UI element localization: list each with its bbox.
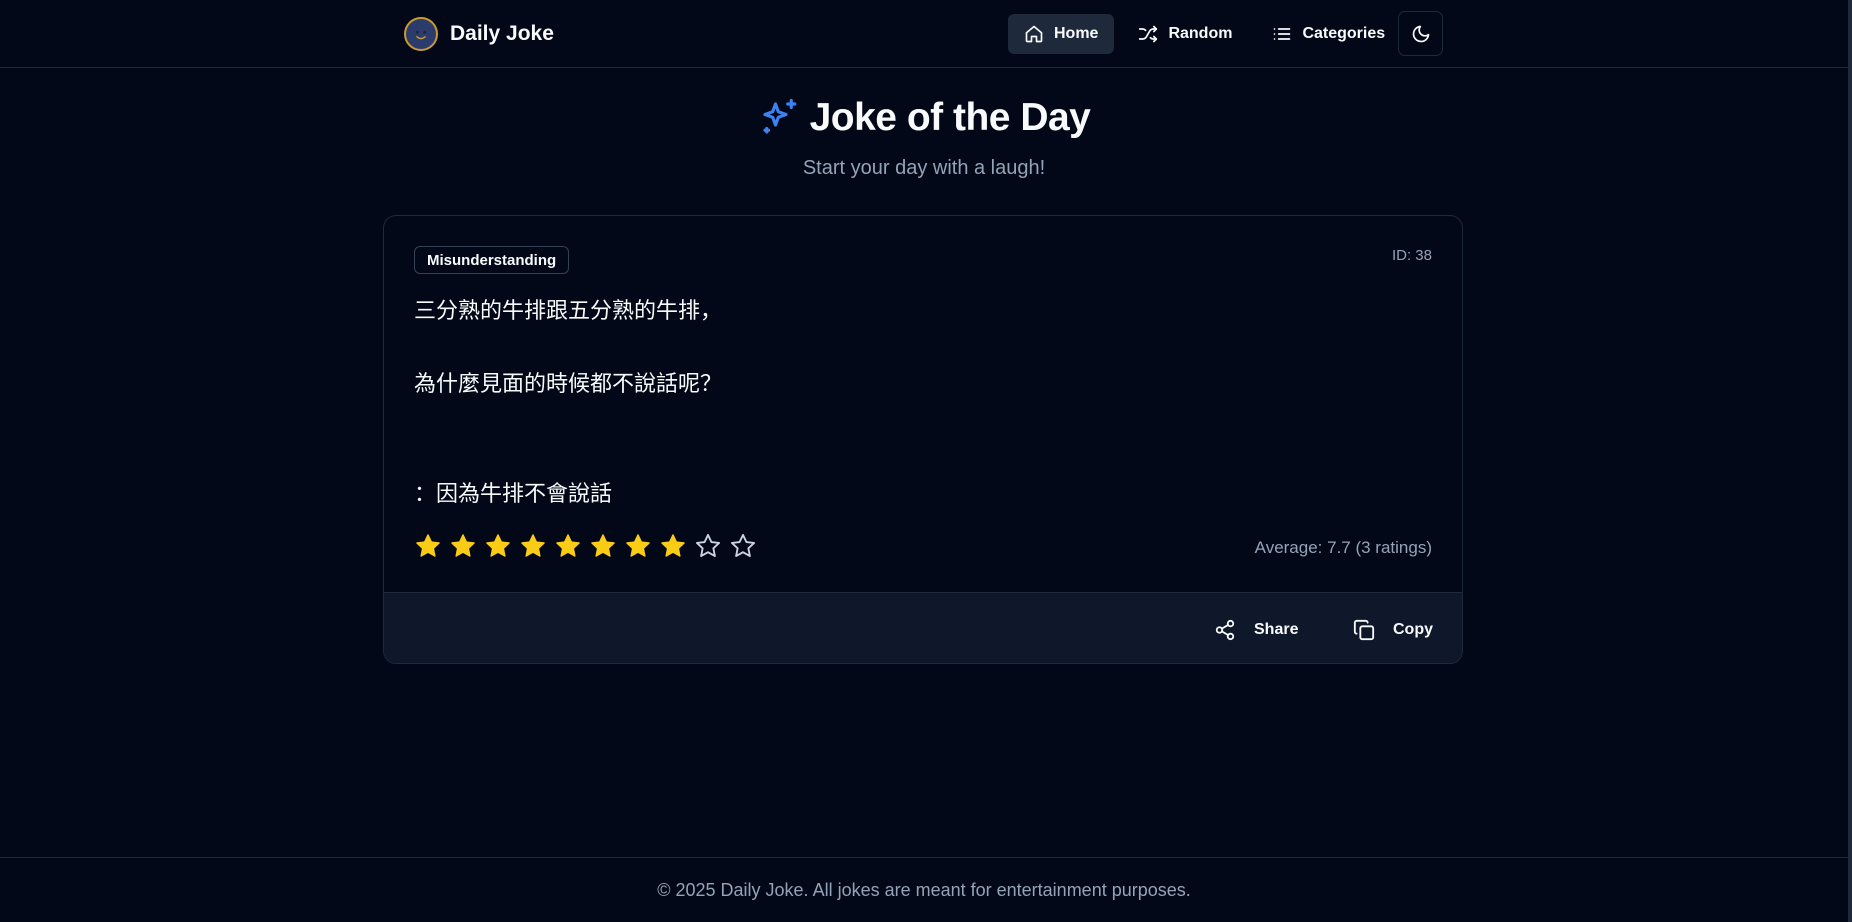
share-icon bbox=[1215, 619, 1235, 641]
joke-line: ：因為牛排不會說話 bbox=[414, 482, 613, 507]
star-empty-icon[interactable] bbox=[694, 532, 722, 560]
footer-text: © 2025 Daily Joke. All jokes are meant f… bbox=[657, 880, 1191, 900]
copy-icon bbox=[1353, 619, 1375, 641]
site-header: Daily Joke Home Random Categories bbox=[0, 0, 1848, 68]
shuffle-icon bbox=[1139, 25, 1158, 43]
hero-heading: Joke of the Day bbox=[0, 96, 1848, 140]
smiley-logo-icon bbox=[404, 17, 438, 51]
brand-link[interactable]: Daily Joke bbox=[404, 16, 554, 52]
star-filled-icon[interactable] bbox=[519, 532, 547, 560]
joke-line: 三分熟的牛排跟五分熟的牛排， bbox=[414, 299, 723, 324]
nav-home[interactable]: Home bbox=[1008, 14, 1115, 54]
star-filled-icon[interactable] bbox=[624, 532, 652, 560]
nav-categories-label: Categories bbox=[1302, 25, 1386, 42]
nav-random[interactable]: Random bbox=[1122, 14, 1248, 54]
list-icon bbox=[1274, 28, 1291, 40]
star-filled-icon[interactable] bbox=[414, 532, 442, 560]
star-filled-icon[interactable] bbox=[589, 532, 617, 560]
joke-id: ID: 38 bbox=[1391, 247, 1432, 264]
joke-card: Misunderstanding ID: 38 三分熟的牛排跟五分熟的牛排， 為… bbox=[383, 215, 1463, 664]
brand-name: Daily Joke bbox=[450, 22, 554, 45]
copy-button[interactable]: Copy bbox=[1339, 610, 1447, 650]
star-filled-icon[interactable] bbox=[554, 532, 582, 560]
average-rating: Average: 7.7 (3 ratings) bbox=[1254, 538, 1432, 557]
home-icon bbox=[1025, 25, 1043, 43]
star-rating bbox=[414, 532, 757, 560]
nav-random-label: Random bbox=[1168, 25, 1233, 42]
category-badge[interactable]: Misunderstanding bbox=[414, 246, 570, 274]
page: Daily Joke Home Random Categories Joke o… bbox=[0, 0, 1852, 922]
site-footer: © 2025 Daily Joke. All jokes are meant f… bbox=[0, 857, 1848, 922]
card-actions: Share Copy bbox=[384, 592, 1462, 663]
theme-toggle-button[interactable] bbox=[1398, 11, 1443, 56]
joke-line: 為什麼見面的時候都不說話呢？ bbox=[414, 372, 723, 397]
sparkles-icon bbox=[763, 98, 796, 134]
nav-categories[interactable]: Categories bbox=[1256, 14, 1401, 54]
star-filled-icon[interactable] bbox=[484, 532, 512, 560]
scrollbar[interactable] bbox=[1848, 0, 1852, 922]
star-filled-icon[interactable] bbox=[659, 532, 687, 560]
page-subtitle: Start your day with a laugh! bbox=[802, 157, 1046, 179]
main-nav: Home Random Categories bbox=[1008, 12, 1401, 56]
share-label: Share bbox=[1254, 621, 1299, 638]
moon-icon bbox=[1412, 25, 1429, 42]
star-filled-icon[interactable] bbox=[449, 532, 477, 560]
page-title: Joke of the Day bbox=[809, 96, 1091, 139]
star-empty-icon[interactable] bbox=[729, 532, 757, 560]
nav-home-label: Home bbox=[1054, 25, 1099, 42]
copy-label: Copy bbox=[1393, 621, 1433, 638]
share-button[interactable]: Share bbox=[1200, 610, 1312, 650]
